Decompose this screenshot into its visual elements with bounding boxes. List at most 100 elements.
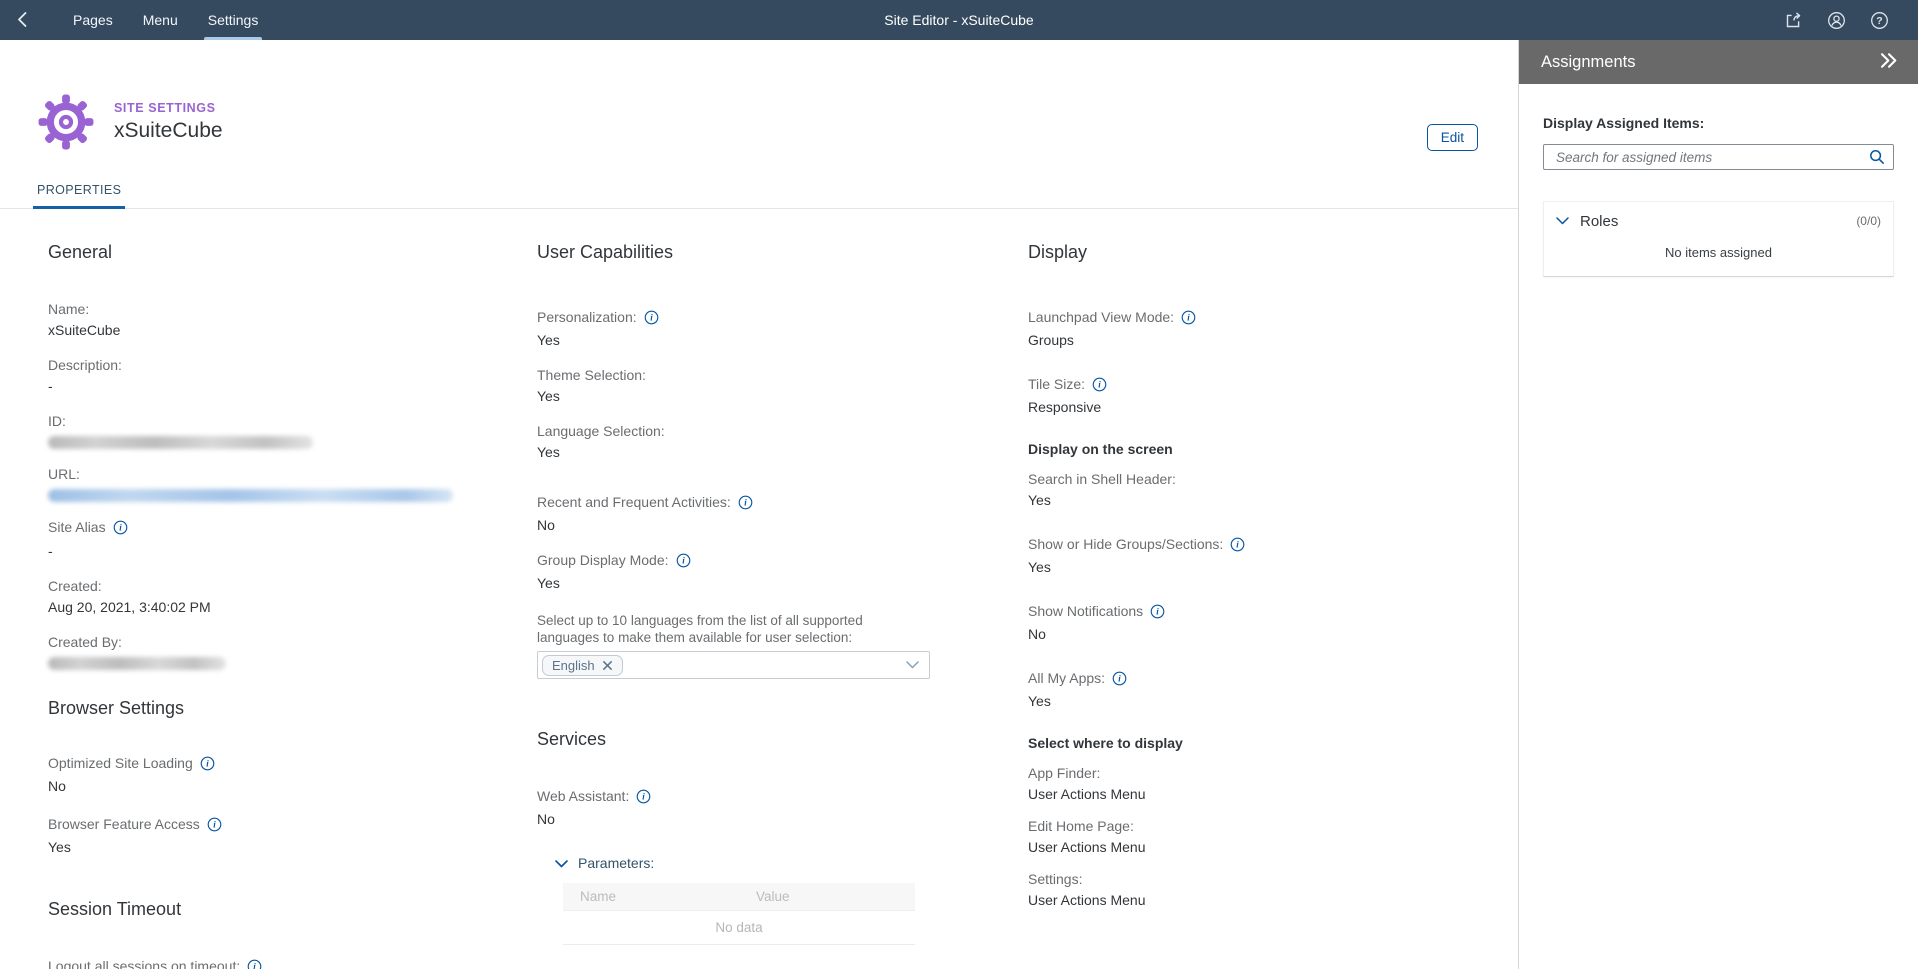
chevron-down-icon[interactable] — [906, 661, 919, 669]
chevron-left-icon — [14, 10, 32, 31]
field-name: Name: xSuiteCube — [48, 299, 488, 340]
svg-text:i: i — [650, 312, 653, 322]
user-capabilities-section: User Capabilities Personalization: i Yes… — [537, 242, 937, 945]
share-icon[interactable] — [1777, 6, 1810, 35]
help-icon[interactable]: ? — [1863, 6, 1896, 35]
id-value-redacted — [48, 436, 313, 449]
chevron-down-icon — [555, 855, 568, 871]
assigned-items-search-input[interactable] — [1554, 149, 1869, 166]
svg-text:i: i — [643, 791, 646, 801]
roles-group-name: Roles — [1580, 213, 1845, 230]
field-optimized-site-loading: Optimized Site Loading i No — [48, 753, 488, 796]
browser-settings-heading: Browser Settings — [48, 698, 488, 719]
info-icon[interactable]: i — [1112, 671, 1127, 686]
field-browser-feature-access: Browser Feature Access i Yes — [48, 814, 488, 857]
display-assigned-items-label: Display Assigned Items: — [1543, 115, 1894, 131]
page-header: SITE SETTINGS xSuiteCube — [0, 40, 1518, 150]
svg-text:i: i — [744, 497, 747, 507]
chevron-down-icon — [1556, 212, 1569, 230]
info-icon[interactable]: i — [247, 959, 262, 969]
field-logout-on-timeout: Logout all sessions on timeout: i Yes — [48, 956, 488, 969]
field-launchpad-view-mode: Launchpad View Mode: i Groups — [1028, 307, 1468, 350]
parameters-toggle[interactable]: Parameters: — [555, 855, 937, 871]
roles-group-card: Roles (0/0) No items assigned — [1543, 201, 1894, 277]
field-search-in-shell-header: Search in Shell Header: Yes — [1028, 469, 1468, 510]
page-title: xSuiteCube — [114, 119, 223, 143]
info-icon[interactable]: i — [676, 553, 691, 568]
nav-settings[interactable]: Settings — [193, 0, 274, 40]
field-settings-entry: Settings: User Actions Menu — [1028, 869, 1468, 910]
shell-actions: ? — [1777, 6, 1918, 35]
column-header-name: Name — [563, 889, 739, 904]
language-note: Select up to 10 languages from the list … — [537, 613, 895, 646]
field-site-alias: Site Alias i - — [48, 517, 488, 561]
field-language-selection: Language Selection: Yes — [537, 421, 937, 462]
field-group-display-mode: Group Display Mode: i Yes — [537, 550, 937, 593]
tab-properties[interactable]: PROPERTIES — [33, 183, 125, 209]
general-section: General Name: xSuiteCube Description: - … — [48, 242, 488, 969]
nav-menu[interactable]: Menu — [128, 0, 193, 40]
svg-text:i: i — [213, 819, 216, 829]
field-created-by: Created By: — [48, 632, 488, 670]
info-icon[interactable]: i — [1230, 537, 1245, 552]
back-button[interactable] — [0, 10, 40, 31]
field-theme-selection: Theme Selection: Yes — [537, 365, 937, 406]
info-icon[interactable]: i — [113, 520, 128, 535]
svg-text:?: ? — [1876, 15, 1882, 27]
no-items-assigned-text: No items assigned — [1544, 240, 1893, 276]
info-icon[interactable]: i — [738, 495, 753, 510]
nav-pages[interactable]: Pages — [58, 0, 128, 40]
user-capabilities-heading: User Capabilities — [537, 242, 937, 263]
info-icon[interactable]: i — [636, 789, 651, 804]
field-id: ID: — [48, 411, 488, 449]
window-title: Site Editor - xSuiteCube — [884, 12, 1033, 28]
collapse-panel-button[interactable] — [1875, 48, 1902, 76]
svg-text:i: i — [1187, 312, 1190, 322]
field-created: Created: Aug 20, 2021, 3:40:02 PM — [48, 576, 488, 617]
field-show-notifications: Show Notifications i No — [1028, 601, 1468, 644]
services-heading: Services — [537, 729, 937, 750]
column-header-value: Value — [739, 889, 915, 904]
display-on-screen-heading: Display on the screen — [1028, 441, 1468, 457]
svg-text:i: i — [206, 758, 209, 768]
account-icon[interactable] — [1820, 6, 1853, 35]
no-data-row: No data — [563, 911, 915, 945]
language-token: English — [542, 655, 623, 676]
info-icon[interactable]: i — [207, 817, 222, 832]
info-icon[interactable]: i — [1092, 377, 1107, 392]
assignments-panel: Assignments Display Assigned Items: — [1518, 40, 1918, 969]
site-settings-page: SITE SETTINGS xSuiteCube Edit PROPERTIES… — [0, 40, 1518, 969]
info-icon[interactable]: i — [644, 310, 659, 325]
display-section: Display Launchpad View Mode: i Groups Ti… — [1028, 242, 1468, 922]
svg-text:i: i — [119, 522, 122, 532]
site-settings-gear-icon — [38, 94, 94, 150]
search-icon[interactable] — [1869, 149, 1885, 165]
url-value-redacted — [48, 489, 453, 502]
assignments-title: Assignments — [1541, 53, 1875, 72]
shell-header: Pages Menu Settings Site Editor - xSuite… — [0, 0, 1918, 40]
svg-text:i: i — [253, 961, 256, 969]
info-icon[interactable]: i — [1150, 604, 1165, 619]
svg-text:i: i — [682, 555, 685, 565]
field-recent-frequent-activities: Recent and Frequent Activities: i No — [537, 492, 937, 535]
roles-group-toggle[interactable]: Roles (0/0) — [1544, 202, 1893, 240]
language-multicombobox[interactable]: English — [537, 651, 930, 679]
svg-text:i: i — [1237, 539, 1240, 549]
remove-token-icon[interactable] — [602, 660, 613, 671]
roles-count-badge: (0/0) — [1856, 214, 1881, 228]
session-timeout-heading: Session Timeout — [48, 899, 488, 920]
assignments-panel-header: Assignments — [1519, 40, 1918, 84]
created-by-value-redacted — [48, 657, 226, 670]
svg-text:i: i — [1098, 379, 1101, 389]
field-tile-size: Tile Size: i Responsive — [1028, 374, 1468, 417]
parameters-table: Name Value No data — [563, 883, 915, 945]
field-personalization: Personalization: i Yes — [537, 307, 937, 350]
assigned-items-search — [1543, 144, 1894, 170]
info-icon[interactable]: i — [200, 756, 215, 771]
svg-text:i: i — [1118, 673, 1121, 683]
info-icon[interactable]: i — [1181, 310, 1196, 325]
edit-button[interactable]: Edit — [1427, 124, 1478, 151]
field-url: URL: — [48, 464, 488, 502]
svg-text:i: i — [1156, 606, 1159, 616]
editor-nav: Pages Menu Settings — [58, 0, 273, 40]
